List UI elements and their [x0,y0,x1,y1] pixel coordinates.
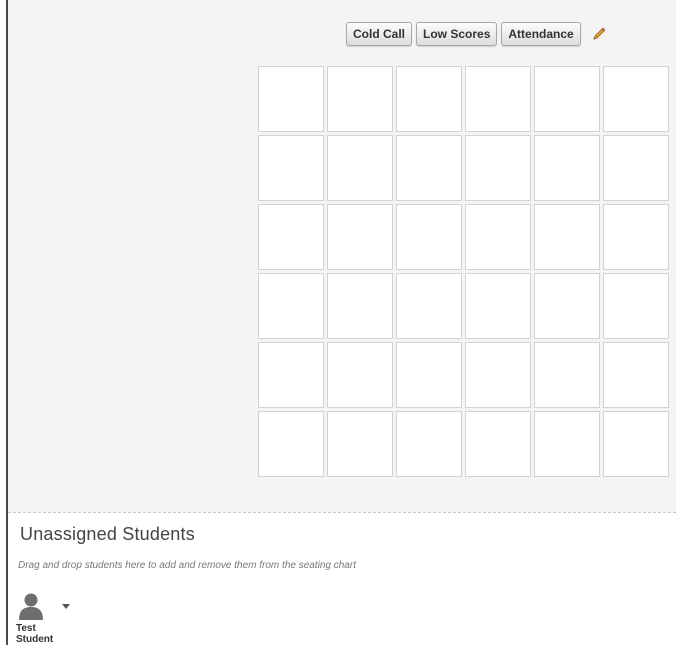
seat-cell[interactable] [534,411,600,477]
seating-chart-area: Cold Call Low Scores Attendance [8,0,676,512]
seat-cell[interactable] [258,342,324,408]
seat-cell[interactable] [396,204,462,270]
section-divider [8,512,676,513]
seat-cell[interactable] [534,135,600,201]
seat-cell[interactable] [396,273,462,339]
seat-cell[interactable] [465,342,531,408]
seating-chart-frame: Cold Call Low Scores Attendance Unassign… [6,0,676,645]
student-card[interactable]: Test Student [16,590,70,645]
seating-toolbar: Cold Call Low Scores Attendance [346,22,607,46]
seat-cell[interactable] [327,273,393,339]
user-silhouette-icon [16,590,66,620]
unassigned-help-text: Drag and drop students here to add and r… [18,560,356,571]
seat-cell[interactable] [396,66,462,132]
unassigned-students-heading: Unassigned Students [20,524,195,544]
seat-cell[interactable] [534,66,600,132]
seat-cell[interactable] [327,66,393,132]
seat-cell[interactable] [396,135,462,201]
seat-cell[interactable] [465,204,531,270]
seat-cell[interactable] [603,66,669,132]
seat-cell[interactable] [327,342,393,408]
seat-grid [258,66,669,477]
seat-cell[interactable] [603,135,669,201]
pencil-icon[interactable] [591,26,607,42]
attendance-button[interactable]: Attendance [501,22,581,46]
seat-cell[interactable] [465,135,531,201]
caret-down-icon[interactable] [61,597,71,609]
seat-cell[interactable] [258,135,324,201]
seat-cell[interactable] [258,66,324,132]
seat-cell[interactable] [258,273,324,339]
seat-cell[interactable] [603,204,669,270]
seat-cell[interactable] [258,411,324,477]
seat-cell[interactable] [465,66,531,132]
seat-cell[interactable] [603,273,669,339]
seat-cell[interactable] [327,135,393,201]
seat-cell[interactable] [327,204,393,270]
seat-cell[interactable] [396,411,462,477]
seat-cell[interactable] [465,273,531,339]
seat-cell[interactable] [327,411,393,477]
seat-cell[interactable] [534,204,600,270]
seat-cell[interactable] [396,342,462,408]
student-name: Test Student [16,623,54,645]
seat-cell[interactable] [603,342,669,408]
cold-call-button[interactable]: Cold Call [346,22,413,46]
seat-cell[interactable] [603,411,669,477]
seat-cell[interactable] [534,342,600,408]
low-scores-button[interactable]: Low Scores [416,22,498,46]
seat-cell[interactable] [258,204,324,270]
seat-cell[interactable] [465,411,531,477]
seat-cell[interactable] [534,273,600,339]
